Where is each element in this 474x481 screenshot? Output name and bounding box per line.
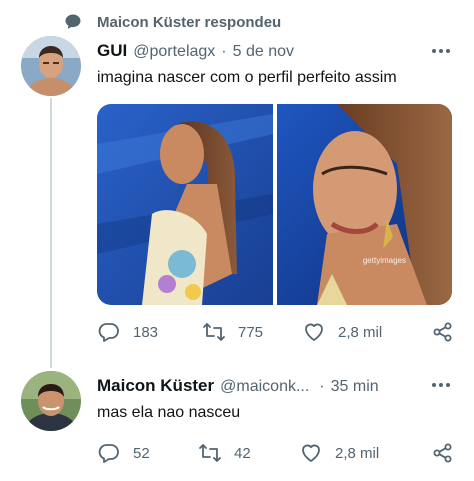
reply-button[interactable]: 52 <box>97 441 150 465</box>
like-count: 2,8 mil <box>335 444 380 462</box>
thread-line <box>50 98 52 368</box>
retweet-button[interactable]: 775 <box>202 320 263 344</box>
tweet-header: GUI @portelagx · 5 de nov <box>97 41 294 61</box>
share-icon <box>431 441 455 465</box>
share-button[interactable] <box>431 320 455 344</box>
photo-left[interactable] <box>97 104 273 305</box>
like-button[interactable]: 2,8 mil <box>302 320 382 344</box>
social-context: Maicon Küster respondeu <box>63 12 281 32</box>
separator: · <box>221 43 227 60</box>
more-icon[interactable] <box>429 43 453 59</box>
retweet-button[interactable]: 42 <box>198 441 251 465</box>
action-bar: 52 42 2,8 mil <box>97 441 457 465</box>
display-name[interactable]: Maicon Küster <box>97 376 214 396</box>
heart-icon <box>299 441 323 465</box>
action-bar: 183 775 2,8 mil <box>97 320 457 344</box>
watermark: gettyimages <box>362 256 406 265</box>
reply-icon <box>97 441 121 465</box>
timestamp[interactable]: 5 de nov <box>233 43 294 61</box>
separator: · <box>319 378 325 395</box>
tweet-text: mas ela nao nasceu <box>97 404 241 421</box>
reply-icon <box>97 320 121 344</box>
share-button[interactable] <box>431 441 455 465</box>
display-name[interactable]: GUI <box>97 41 127 61</box>
heart-icon <box>302 320 326 344</box>
username[interactable]: @maiconk... <box>220 378 309 396</box>
username[interactable]: @portelagx <box>133 43 215 61</box>
tweet-header: Maicon Küster @maiconk... · 35 min <box>97 376 379 396</box>
photo-right[interactable]: gettyimages <box>276 104 453 305</box>
reply-count: 183 <box>133 323 159 341</box>
retweet-icon <box>198 441 222 465</box>
retweet-count: 42 <box>234 444 251 462</box>
like-button[interactable]: 2,8 mil <box>299 441 379 465</box>
media-grid[interactable]: gettyimages <box>97 104 452 305</box>
avatar[interactable] <box>21 371 81 431</box>
timestamp[interactable]: 35 min <box>331 378 379 396</box>
social-context-text: Maicon Küster respondeu <box>97 13 282 31</box>
tweet-text: imagina nascer com o perfil perfeito ass… <box>97 69 397 86</box>
reply-count: 52 <box>133 444 150 462</box>
share-icon <box>431 320 455 344</box>
retweet-count: 775 <box>238 323 264 341</box>
avatar[interactable] <box>21 36 81 96</box>
like-count: 2,8 mil <box>338 323 383 341</box>
retweet-icon <box>202 320 226 344</box>
speech-bubble-icon <box>63 12 83 32</box>
reply-button[interactable]: 183 <box>97 320 158 344</box>
more-icon[interactable] <box>429 377 453 393</box>
